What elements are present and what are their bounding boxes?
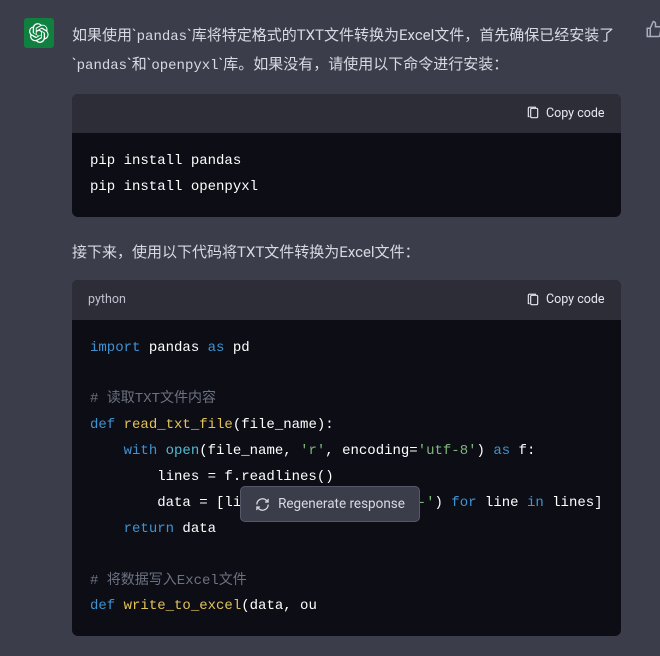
assistant-message-row: 如果使用`pandas`库将特定格式的TXT文件转换为Excel文件，首先确保已… (0, 0, 660, 656)
code-body[interactable]: import pandas as pd # 读取TXT文件内容 def read… (72, 320, 621, 637)
code-body[interactable]: pip install pandas pip install openpyxl (72, 133, 621, 217)
assistant-message-body: 如果使用`pandas`库将特定格式的TXT文件转换为Excel文件，首先确保已… (72, 18, 627, 656)
code-language-label: python (88, 288, 126, 311)
copy-code-label: Copy code (546, 288, 605, 311)
copy-code-label: Copy code (546, 102, 605, 125)
code-header: python Copy code (72, 280, 621, 319)
regenerate-label: Regenerate response (278, 496, 405, 512)
thumbs-up-button[interactable] (645, 18, 660, 42)
clipboard-icon (526, 293, 540, 307)
code-header: Copy code (72, 94, 621, 133)
inline-code: pandas (137, 29, 187, 45)
mid-paragraph: 接下来，使用以下代码将TXT文件转换为Excel文件： (72, 239, 621, 267)
clipboard-icon (526, 106, 540, 120)
thumbs-up-icon (645, 20, 660, 38)
inline-code: pandas (77, 58, 127, 74)
inline-code: openpyxl (151, 58, 218, 74)
copy-code-button[interactable]: Copy code (526, 102, 605, 125)
code-block-install: Copy code pip install pandas pip install… (72, 94, 621, 217)
openai-icon (29, 23, 49, 43)
regenerate-button[interactable]: Regenerate response (240, 486, 420, 522)
copy-code-button[interactable]: Copy code (526, 288, 605, 311)
refresh-icon (255, 497, 270, 512)
intro-paragraph: 如果使用`pandas`库将特定格式的TXT文件转换为Excel文件，首先确保已… (72, 22, 621, 80)
assistant-avatar (24, 18, 54, 48)
code-block-python: python Copy code import pandas as pd # 读… (72, 280, 621, 636)
